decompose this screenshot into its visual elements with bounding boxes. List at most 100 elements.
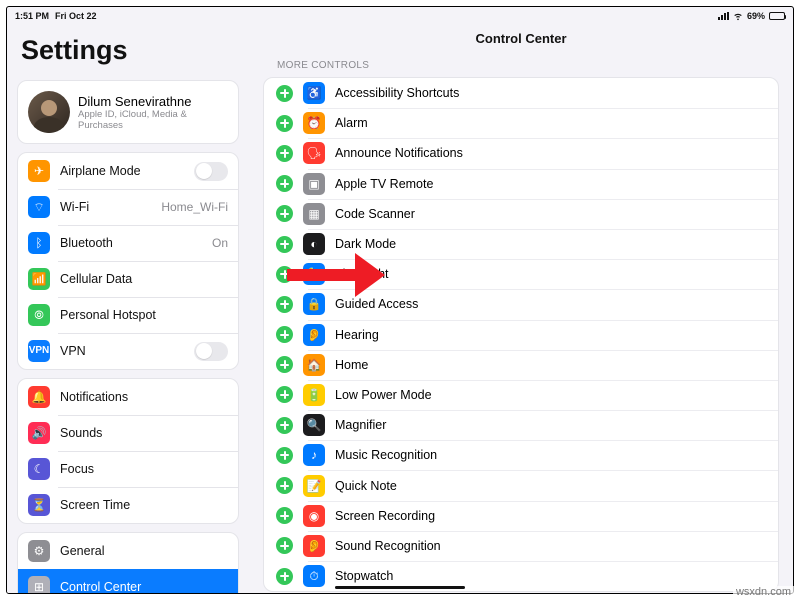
wifi-value: Home_Wi-Fi <box>161 200 228 214</box>
control-label: Alarm <box>335 116 368 130</box>
control-label: Screen Recording <box>335 509 435 523</box>
home-icon: 🏠 <box>303 354 325 376</box>
control-label: Home <box>335 358 368 372</box>
sidebar-item-sounds[interactable]: 🔊 Sounds <box>18 415 238 451</box>
control-row-lowpower[interactable]: 🔋Low Power Mode <box>264 380 778 410</box>
sidebar-item-cellular[interactable]: 📶 Cellular Data <box>18 261 238 297</box>
add-button[interactable] <box>276 417 293 434</box>
vpn-icon: VPN <box>28 340 50 362</box>
sidebar-item-bluetooth[interactable]: ᛒ Bluetooth On <box>18 225 238 261</box>
battery-percent: 69% <box>747 11 765 21</box>
add-button[interactable] <box>276 326 293 343</box>
sidebar-item-label: Control Center <box>60 580 228 593</box>
add-button[interactable] <box>276 477 293 494</box>
sidebar-item-label: VPN <box>60 344 194 358</box>
control-label: Flashlight <box>335 267 389 281</box>
control-row-soundrec[interactable]: 👂 Sound Recognition <box>264 531 778 561</box>
hearing-icon: 👂 <box>303 324 325 346</box>
control-label: Code Scanner <box>335 207 415 221</box>
control-row-magnifier[interactable]: 🔍Magnifier <box>264 410 778 440</box>
control-row-scanner[interactable]: ▦ Code Scanner <box>264 199 778 229</box>
control-label: Announce Notifications <box>335 146 463 160</box>
guided-icon: 🔒 <box>303 293 325 315</box>
focus-icon: ☾ <box>28 458 50 480</box>
control-row-flashlight[interactable]: 🔦 Flashlight <box>264 259 778 289</box>
add-button[interactable] <box>276 205 293 222</box>
sidebar-item-control-center[interactable]: ⊞ Control Center <box>18 569 238 593</box>
control-center-icon: ⊞ <box>28 576 50 593</box>
main-title: Control Center <box>249 25 793 56</box>
add-button[interactable] <box>276 266 293 283</box>
control-label: Quick Note <box>335 479 397 493</box>
soundrec-icon: 👂 <box>303 535 325 557</box>
sidebar-item-label: Airplane Mode <box>60 164 194 178</box>
profile-name: Dilum Senevirathne <box>78 94 228 109</box>
flashlight-icon: 🔦 <box>303 263 325 285</box>
sidebar-item-airplane[interactable]: ✈ Airplane Mode <box>18 153 238 189</box>
magnifier-icon: 🔍 <box>303 414 325 436</box>
control-row-guided[interactable]: 🔒 Guided Access <box>264 289 778 319</box>
avatar <box>28 91 70 133</box>
sidebar-item-label: Notifications <box>60 390 228 404</box>
bluetooth-icon: ᛒ <box>28 232 50 254</box>
screentime-icon: ⏳ <box>28 494 50 516</box>
control-row-darkmode[interactable]: ◐Dark Mode <box>264 229 778 259</box>
control-label: Guided Access <box>335 297 418 311</box>
control-row-musicrec[interactable]: ♪Music Recognition <box>264 440 778 470</box>
control-row-hearing[interactable]: 👂 Hearing <box>264 320 778 350</box>
add-button[interactable] <box>276 85 293 102</box>
airplane-icon: ✈ <box>28 160 50 182</box>
add-button[interactable] <box>276 568 293 585</box>
add-button[interactable] <box>276 236 293 253</box>
notifications-icon: 🔔 <box>28 386 50 408</box>
sidebar-item-notifications[interactable]: 🔔 Notifications <box>18 379 238 415</box>
control-label: Stopwatch <box>335 569 393 583</box>
profile-card[interactable]: Dilum Senevirathne Apple ID, iCloud, Med… <box>17 80 239 144</box>
control-label: Apple TV Remote <box>335 177 433 191</box>
control-label: Accessibility Shortcuts <box>335 86 459 100</box>
add-button[interactable] <box>276 356 293 373</box>
sidebar-item-label: Cellular Data <box>60 272 228 286</box>
control-row-home[interactable]: 🏠 Home <box>264 350 778 380</box>
appletv-icon: ▣ <box>303 173 325 195</box>
control-row-appletv[interactable]: ▣ Apple TV Remote <box>264 169 778 199</box>
add-button[interactable] <box>276 537 293 554</box>
general-icon: ⚙ <box>28 540 50 562</box>
control-label: Hearing <box>335 328 379 342</box>
control-row-screenrec[interactable]: ◉Screen Recording <box>264 501 778 531</box>
add-button[interactable] <box>276 507 293 524</box>
bluetooth-value: On <box>212 236 228 250</box>
airplane-toggle[interactable] <box>194 162 228 181</box>
sidebar-item-label: Wi-Fi <box>60 200 155 214</box>
sidebar-item-wifi[interactable]: ⌔ Wi-Fi Home_Wi-Fi <box>18 189 238 225</box>
main-panel: Control Center MORE CONTROLS ♿Accessibil… <box>249 25 793 593</box>
sidebar-item-screentime[interactable]: ⏳ Screen Time <box>18 487 238 523</box>
sidebar-item-label: General <box>60 544 228 558</box>
control-row-quicknote[interactable]: 📝Quick Note <box>264 470 778 500</box>
add-button[interactable] <box>276 175 293 192</box>
control-row-alarm[interactable]: ⏰Alarm <box>264 108 778 138</box>
watermark: wsxdn.com <box>733 586 794 598</box>
scanner-icon: ▦ <box>303 203 325 225</box>
add-button[interactable] <box>276 296 293 313</box>
vpn-toggle[interactable] <box>194 342 228 361</box>
home-indicator[interactable] <box>335 586 465 590</box>
sidebar-item-vpn[interactable]: VPN VPN <box>18 333 238 369</box>
stopwatch-icon: ⏱ <box>303 565 325 587</box>
add-button[interactable] <box>276 145 293 162</box>
status-date: Fri Oct 22 <box>55 11 97 21</box>
sidebar-item-hotspot[interactable]: ⦾ Personal Hotspot <box>18 297 238 333</box>
add-button[interactable] <box>276 386 293 403</box>
cellular-icon: 📶 <box>28 268 50 290</box>
sidebar-item-label: Screen Time <box>60 498 228 512</box>
control-label: Sound Recognition <box>335 539 441 553</box>
control-row-announce[interactable]: 🗣Announce Notifications <box>264 138 778 168</box>
add-button[interactable] <box>276 447 293 464</box>
add-button[interactable] <box>276 115 293 132</box>
sidebar-item-focus[interactable]: ☾ Focus <box>18 451 238 487</box>
sidebar-item-label: Bluetooth <box>60 236 206 250</box>
control-row-accessibility[interactable]: ♿Accessibility Shortcuts <box>264 78 778 108</box>
control-label: Music Recognition <box>335 448 437 462</box>
sidebar-item-general[interactable]: ⚙ General <box>18 533 238 569</box>
battery-icon <box>769 12 785 20</box>
